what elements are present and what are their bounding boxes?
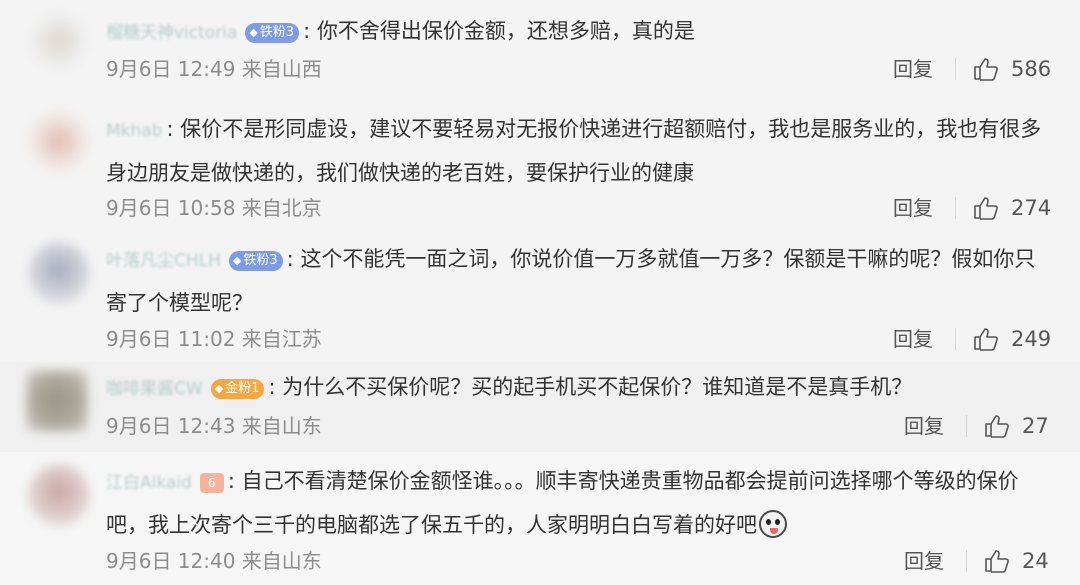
divider bbox=[966, 550, 967, 572]
comment-meta: 9月6日 11:02 来自江苏 bbox=[106, 327, 322, 351]
comment-text: 榴糖天神victoria ◆ 铁粉3: 你不舍得出保价金额，还想多赔，真的是 bbox=[106, 19, 695, 43]
diamond-icon: ◆ bbox=[232, 254, 242, 267]
comment-body: 自己不看清楚保价金额怪谁。。。顺丰寄快递贵重物品都会提前问选择哪个等级的保价吧，… bbox=[106, 469, 1019, 537]
like-button[interactable]: 586 bbox=[973, 55, 1051, 83]
like-count: 27 bbox=[1022, 414, 1049, 438]
divider bbox=[955, 197, 956, 219]
thumbs-up-icon bbox=[985, 415, 1009, 438]
username[interactable]: 江白Alkaid bbox=[106, 473, 192, 493]
thumbs-up-icon bbox=[974, 328, 998, 351]
like-button[interactable]: 24 bbox=[984, 547, 1049, 575]
comment-meta: 9月6日 12:49 来自山西 bbox=[106, 57, 322, 81]
reply-button[interactable]: 回复 bbox=[893, 55, 933, 83]
username[interactable]: 叶落凡尘CHLH bbox=[106, 251, 221, 271]
avatar[interactable] bbox=[28, 464, 90, 526]
divider bbox=[955, 58, 956, 80]
reply-button[interactable]: 回复 bbox=[893, 194, 933, 222]
like-count: 249 bbox=[1011, 327, 1052, 351]
avatar[interactable] bbox=[28, 110, 90, 172]
avatar[interactable] bbox=[28, 242, 90, 304]
comment-body: 为什么不买保价呢？买的起手机买不起保价？谁知道是不是真手机？ bbox=[282, 375, 913, 399]
reply-button[interactable]: 回复 bbox=[904, 547, 944, 575]
comment-item: 叶落凡尘CHLH ◆ 铁粉3: 这个不能凭一面之词，你说价值一万多就值一万多？保额是… bbox=[0, 230, 1080, 362]
comment-item: 榴糖天神victoria ◆ 铁粉3: 你不舍得出保价金额，还想多赔，真的是 9月6… bbox=[0, 0, 1080, 100]
comment-meta: 9月6日 12:43 来自山东 bbox=[106, 414, 322, 438]
divider bbox=[966, 415, 967, 437]
thumbs-up-icon bbox=[974, 58, 998, 81]
like-button[interactable]: 249 bbox=[973, 325, 1051, 353]
comment-item: 咖啡果酱CW ◆ 金粉1: 为什么不买保价呢？买的起手机买不起保价？谁知道是不是真手… bbox=[0, 362, 1080, 452]
comment-text: 江白Alkaid 6: 自己不看清楚保价金额怪谁。。。顺丰寄快递贵重物品都会提前问… bbox=[106, 469, 1019, 538]
avatar[interactable] bbox=[28, 10, 90, 72]
thumbs-up-icon bbox=[974, 197, 998, 220]
fan-badge[interactable]: ◆ 铁粉3 bbox=[228, 251, 283, 271]
avatar[interactable] bbox=[26, 370, 88, 432]
like-count: 586 bbox=[1011, 57, 1052, 81]
reply-button[interactable]: 回复 bbox=[893, 325, 933, 353]
fan-badge[interactable]: ◆ 铁粉3 bbox=[245, 23, 300, 43]
comment-text: 咖啡果酱CW ◆ 金粉1: 为什么不买保价呢？买的起手机买不起保价？谁知道是不是真手… bbox=[106, 375, 913, 399]
comment-text: Mkhab: 保价不是形同虚设，建议不要轻易对无报价快递进行超额赔付，我也是服务… bbox=[106, 117, 1042, 185]
username[interactable]: 榴糖天神victoria bbox=[106, 23, 237, 43]
pig-face-emoji-icon bbox=[759, 510, 787, 538]
divider bbox=[955, 328, 956, 350]
like-button[interactable]: 27 bbox=[984, 412, 1049, 440]
thumbs-up-icon bbox=[985, 550, 1009, 573]
like-button[interactable]: 274 bbox=[973, 194, 1051, 222]
like-count: 274 bbox=[1011, 196, 1052, 220]
comment-item: 江白Alkaid 6: 自己不看清楚保价金额怪谁。。。顺丰寄快递贵重物品都会提前问… bbox=[0, 452, 1080, 585]
comment-text: 叶落凡尘CHLH ◆ 铁粉3: 这个不能凭一面之词，你说价值一万多就值一万多？保额是… bbox=[106, 247, 1036, 315]
username[interactable]: 咖啡果酱CW bbox=[106, 379, 203, 399]
vip-crown-icon[interactable]: 6 bbox=[199, 473, 224, 493]
comment-body: 你不舍得出保价金额，还想多赔，真的是 bbox=[316, 19, 695, 43]
like-count: 24 bbox=[1022, 549, 1049, 573]
comment-item: Mkhab: 保价不是形同虚设，建议不要轻易对无报价快递进行超额赔付，我也是服务… bbox=[0, 100, 1080, 230]
diamond-icon: ◆ bbox=[249, 26, 258, 39]
diamond-icon: ◆ bbox=[214, 382, 224, 395]
comment-meta: 9月6日 10:58 来自北京 bbox=[106, 196, 322, 220]
reply-button[interactable]: 回复 bbox=[904, 412, 944, 440]
comment-meta: 9月6日 12:40 来自山东 bbox=[106, 549, 322, 573]
username[interactable]: Mkhab bbox=[106, 121, 163, 141]
comment-body: 保价不是形同虚设，建议不要轻易对无报价快递进行超额赔付，我也是服务业的，我也有很… bbox=[106, 117, 1042, 185]
fan-badge[interactable]: ◆ 金粉1 bbox=[210, 379, 265, 399]
